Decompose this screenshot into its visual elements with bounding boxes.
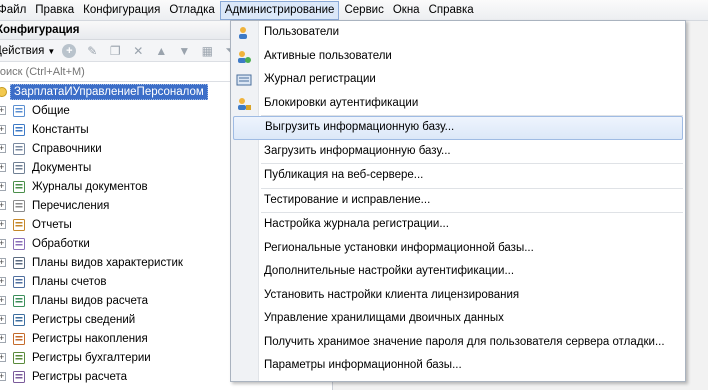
processing-icon bbox=[12, 237, 26, 251]
tree-root-label: ЗарплатаИУправлениеПерсоналом bbox=[10, 83, 208, 100]
auth-lock-icon bbox=[238, 97, 251, 110]
accum-registers-icon bbox=[12, 332, 26, 346]
administration-dropdown: Пользователи Активные пользователи Журна… bbox=[230, 20, 686, 382]
tree-item-label: Отчеты bbox=[32, 218, 72, 231]
expand-icon[interactable]: + bbox=[0, 334, 6, 343]
expand-icon[interactable]: + bbox=[0, 315, 6, 324]
menu-item-license-client[interactable]: Установить настройки клиента лицензирова… bbox=[231, 284, 685, 308]
actions-menu-button[interactable]: Действия▼ bbox=[0, 45, 55, 57]
journals-icon bbox=[12, 180, 26, 194]
account-registers-icon bbox=[12, 351, 26, 365]
move-down-icon[interactable]: ▼ bbox=[176, 43, 192, 59]
documents-icon bbox=[12, 161, 26, 175]
expand-icon[interactable]: + bbox=[0, 163, 6, 172]
menu-administration[interactable]: Администрирование bbox=[219, 0, 340, 20]
menu-item-auth-settings[interactable]: Дополнительные настройки аутентификации.… bbox=[231, 260, 685, 284]
menu-item-event-log[interactable]: Журнал регистрации bbox=[231, 68, 685, 92]
expand-icon[interactable]: + bbox=[0, 353, 6, 362]
tree-item-label: Планы счетов bbox=[32, 275, 107, 288]
delete-icon[interactable]: ✕ bbox=[130, 43, 146, 59]
info-registers-icon bbox=[12, 313, 26, 327]
menu-debug[interactable]: Отладка bbox=[165, 1, 218, 20]
catalogs-icon bbox=[12, 142, 26, 156]
menu-help[interactable]: Справка bbox=[425, 1, 478, 20]
tree-item-label: Планы видов расчета bbox=[32, 294, 149, 307]
expand-icon[interactable]: + bbox=[0, 106, 6, 115]
tree-item-label: Регистры бухгалтерии bbox=[32, 351, 151, 364]
add-icon[interactable]: + bbox=[61, 43, 77, 59]
menu-item-active-users[interactable]: Активные пользователи bbox=[231, 45, 685, 69]
expand-icon[interactable]: + bbox=[0, 277, 6, 286]
sort-icon[interactable]: ▦ bbox=[199, 43, 215, 59]
edit-icon[interactable]: ✎ bbox=[84, 43, 100, 59]
tree-item-label: Планы видов характеристик bbox=[32, 256, 183, 269]
tree-item-label: Обработки bbox=[32, 237, 90, 250]
tree-item-label: Справочники bbox=[32, 142, 102, 155]
menu-item-infobase-params[interactable]: Параметры информационной базы... bbox=[231, 354, 685, 378]
tree-item-label: Регистры расчета bbox=[32, 370, 128, 383]
tree-item-label: Регистры сведений bbox=[32, 313, 136, 326]
menu-item-event-log-settings[interactable]: Настройка журнала регистрации... bbox=[231, 213, 685, 237]
calc-registers-icon bbox=[12, 370, 26, 384]
expand-icon[interactable]: + bbox=[0, 258, 6, 267]
expand-icon[interactable]: + bbox=[0, 201, 6, 210]
reports-icon bbox=[12, 218, 26, 232]
menu-item-import-infobase[interactable]: Загрузить информационную базу... bbox=[231, 140, 685, 164]
chart-accounts-icon bbox=[12, 275, 26, 289]
menu-item-test-repair[interactable]: Тестирование и исправление... bbox=[231, 189, 685, 213]
expand-icon[interactable]: + bbox=[0, 239, 6, 248]
event-log-icon bbox=[236, 74, 252, 86]
common-icon bbox=[12, 104, 26, 118]
expand-icon[interactable]: + bbox=[0, 125, 6, 134]
move-up-icon[interactable]: ▲ bbox=[153, 43, 169, 59]
menu-configuration[interactable]: Конфигурация bbox=[79, 1, 164, 20]
chart-calc-types-icon bbox=[12, 294, 26, 308]
tree-item-label: Журналы документов bbox=[32, 180, 148, 193]
menu-bar: Файл Правка Конфигурация Отладка Админис… bbox=[0, 0, 708, 21]
menu-item-users[interactable]: Пользователи bbox=[231, 21, 685, 45]
menu-item-auth-locks[interactable]: Блокировки аутентификации bbox=[231, 92, 685, 116]
constants-icon bbox=[12, 123, 26, 137]
menu-windows[interactable]: Окна bbox=[389, 1, 424, 20]
menu-item-regional-settings[interactable]: Региональные установки информационной ба… bbox=[231, 237, 685, 261]
tree-item-label: Общие bbox=[32, 104, 70, 117]
expand-icon[interactable]: + bbox=[0, 182, 6, 191]
user-icon bbox=[239, 27, 247, 39]
expand-icon[interactable]: + bbox=[0, 296, 6, 305]
chart-char-types-icon bbox=[12, 256, 26, 270]
caret-down-icon: ▼ bbox=[47, 46, 56, 56]
expand-icon[interactable]: + bbox=[0, 220, 6, 229]
config-root-icon bbox=[0, 86, 7, 97]
tree-item-label: Регистры накопления bbox=[32, 332, 148, 345]
menu-item-web-publish[interactable]: Публикация на веб-сервере... bbox=[231, 164, 685, 188]
copy-icon[interactable]: ❐ bbox=[107, 43, 123, 59]
active-users-icon bbox=[238, 50, 251, 63]
menu-service[interactable]: Сервис bbox=[340, 1, 387, 20]
tree-item-label: Перечисления bbox=[32, 199, 110, 212]
menu-file[interactable]: Файл bbox=[0, 1, 30, 20]
menu-item-export-infobase[interactable]: Выгрузить информационную базу... bbox=[233, 116, 683, 140]
tree-item-label: Документы bbox=[32, 161, 92, 174]
expand-icon[interactable]: + bbox=[0, 372, 6, 381]
expand-icon[interactable]: + bbox=[0, 144, 6, 153]
tree-item-label: Константы bbox=[32, 123, 89, 136]
menu-item-debug-password[interactable]: Получить хранимое значение пароля для по… bbox=[231, 331, 685, 355]
menu-item-binary-storage[interactable]: Управление хранилищами двоичных данных bbox=[231, 307, 685, 331]
menu-edit[interactable]: Правка bbox=[31, 1, 78, 20]
enums-icon bbox=[12, 199, 26, 213]
